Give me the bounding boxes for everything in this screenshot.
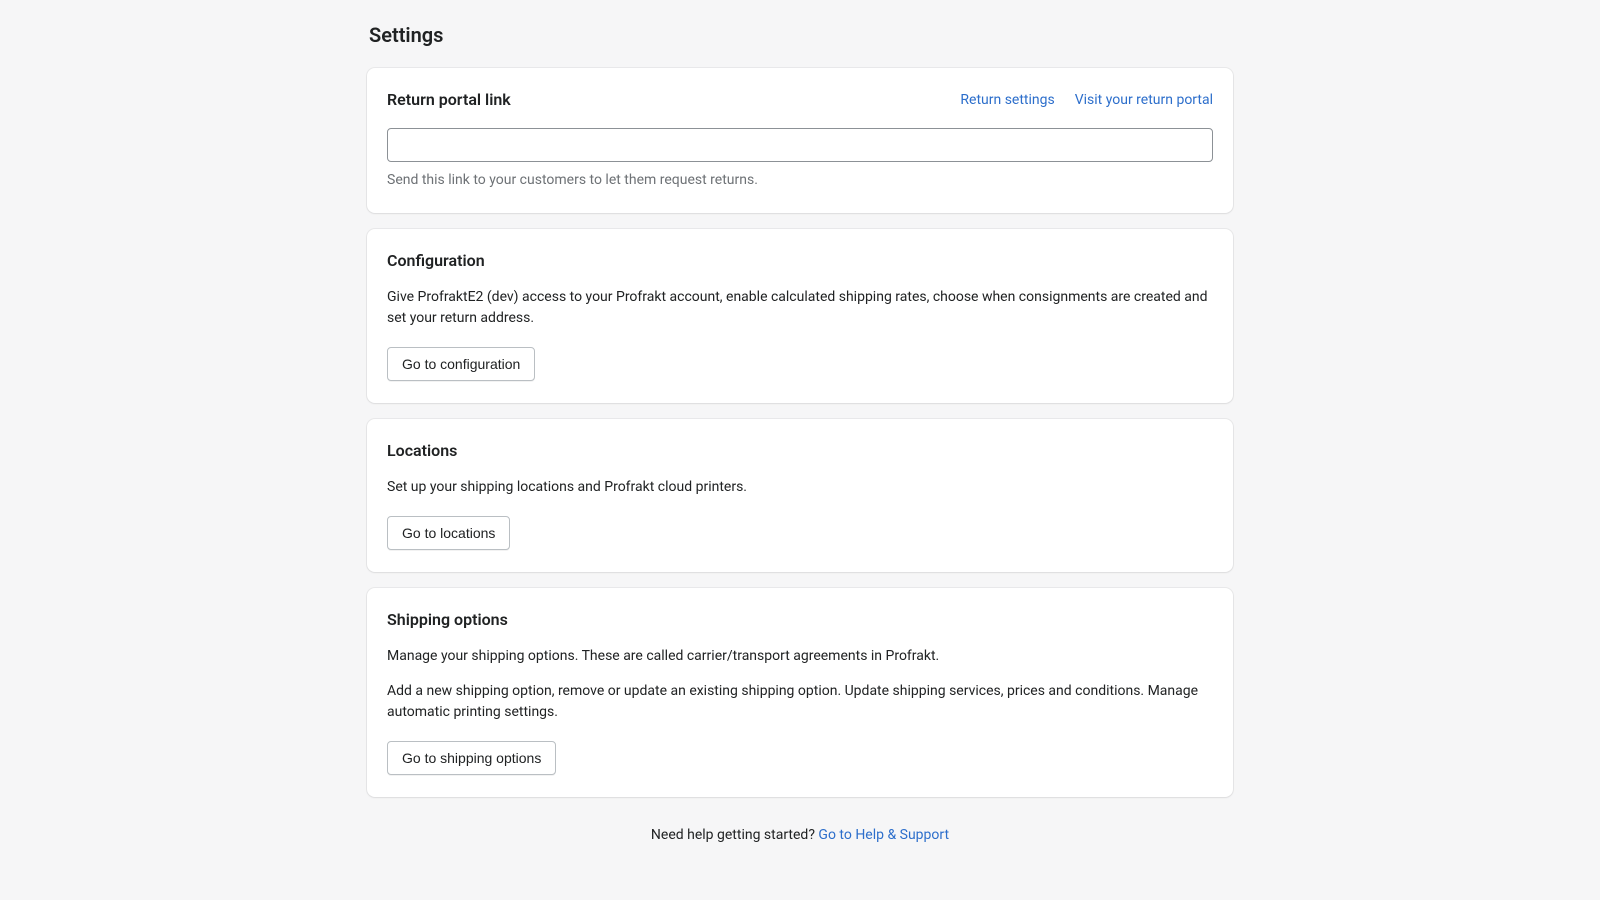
go-to-shipping-options-button[interactable]: Go to shipping options	[387, 741, 556, 775]
locations-description: Set up your shipping locations and Profr…	[387, 477, 1213, 498]
locations-header: Locations	[387, 439, 1213, 463]
shipping-options-title: Shipping options	[387, 608, 1213, 632]
configuration-header: Configuration	[387, 249, 1213, 273]
return-portal-card: Return portal link Return settings Visit…	[367, 68, 1233, 213]
return-portal-link-input[interactable]	[387, 128, 1213, 162]
configuration-card: Configuration Give ProfraktE2 (dev) acce…	[367, 229, 1233, 403]
visit-return-portal-link[interactable]: Visit your return portal	[1075, 90, 1213, 111]
configuration-description: Give ProfraktE2 (dev) access to your Pro…	[387, 287, 1213, 329]
locations-card: Locations Set up your shipping locations…	[367, 419, 1233, 572]
shipping-options-card: Shipping options Manage your shipping op…	[367, 588, 1233, 797]
go-to-configuration-button[interactable]: Go to configuration	[387, 347, 535, 381]
footer-help: Need help getting started? Go to Help & …	[367, 825, 1233, 846]
return-portal-header: Return portal link Return settings Visit…	[387, 88, 1213, 112]
return-portal-title: Return portal link	[387, 88, 511, 112]
shipping-options-description-1: Manage your shipping options. These are …	[387, 646, 1213, 667]
return-settings-link[interactable]: Return settings	[960, 90, 1054, 111]
shipping-options-description-2: Add a new shipping option, remove or upd…	[387, 681, 1213, 723]
return-portal-help-text: Send this link to your customers to let …	[387, 170, 1213, 191]
page-title: Settings	[367, 20, 1233, 50]
locations-title: Locations	[387, 439, 1213, 463]
settings-page: Settings Return portal link Return setti…	[367, 0, 1233, 886]
return-portal-links: Return settings Visit your return portal	[960, 90, 1213, 111]
go-to-locations-button[interactable]: Go to locations	[387, 516, 510, 550]
help-support-link[interactable]: Go to Help & Support	[818, 827, 949, 843]
shipping-options-header: Shipping options	[387, 608, 1213, 632]
configuration-title: Configuration	[387, 249, 1213, 273]
footer-help-prompt: Need help getting started?	[651, 827, 819, 843]
